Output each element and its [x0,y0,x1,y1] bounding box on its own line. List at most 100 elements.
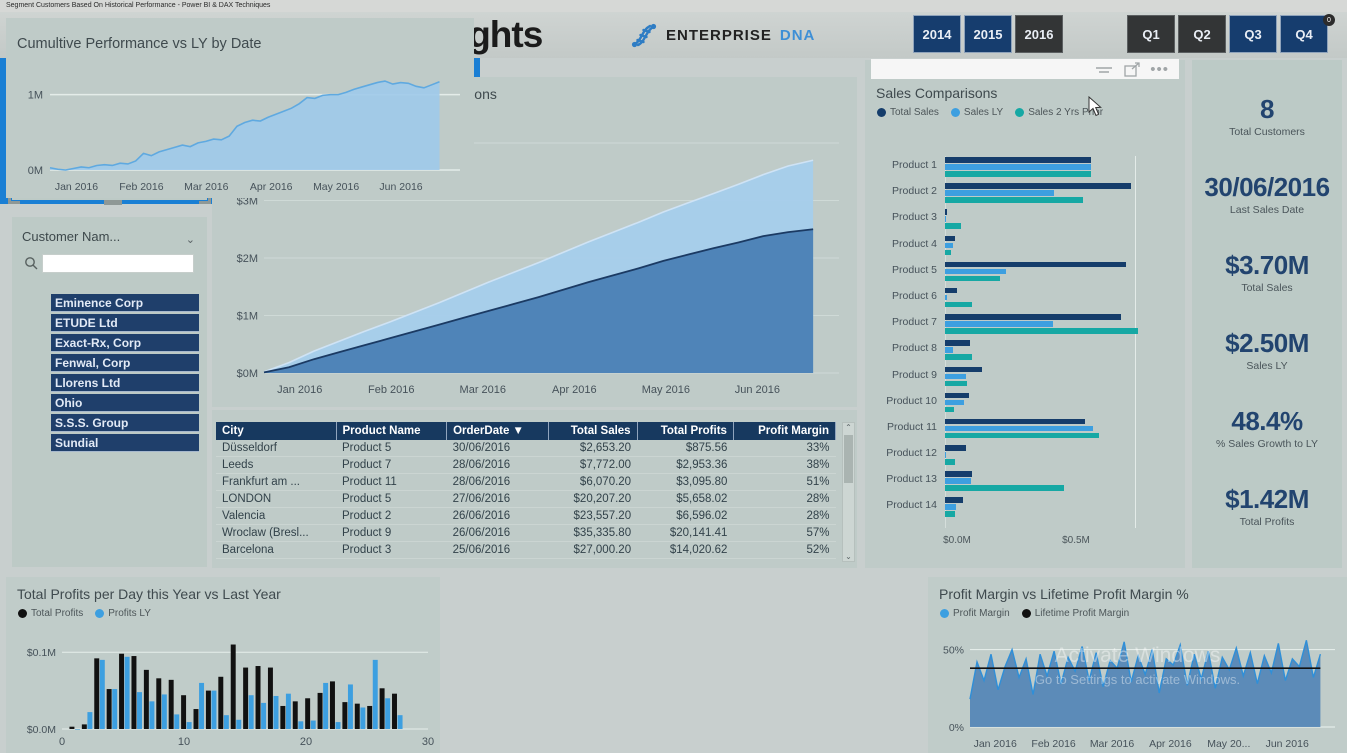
table-row[interactable]: Barcelona Product 3 25/06/2016 $27,000.20 $1… [216,541,836,559]
search-input[interactable] [42,253,194,273]
kpi-card-sales-growth[interactable]: 48.4% % Sales Growth to LY [1192,406,1342,450]
bar[interactable] [945,261,1127,268]
slicer-item-llorens-ltd[interactable]: Llorens Ltd [51,374,199,392]
legend-item-total-profits[interactable]: Total Profits [18,608,83,619]
year-button-2015[interactable]: 2015 [964,15,1012,53]
table-row[interactable]: LONDON Product 5 27/06/2016 $20,207.20 $5,65… [216,490,836,508]
bar-group[interactable]: Product 6 [869,287,1181,313]
visual-profit-margin[interactable]: Profit Margin vs Lifetime Profit Margin … [928,577,1347,753]
table-row[interactable]: Leeds Product 7 28/06/2016 $7,772.00 $2,953.… [216,456,836,474]
visual-header-sales-comparisons[interactable]: ••• [871,59,1179,79]
bar[interactable] [945,452,947,458]
bar[interactable] [945,504,957,510]
bar-group[interactable]: Product 8 [869,339,1181,365]
bar-group[interactable]: Product 4 [869,235,1181,261]
bar[interactable] [945,287,957,294]
year-slicer[interactable]: 2014 2015 2016 [913,15,1063,53]
bar[interactable] [945,373,967,379]
legend-item-lifetime-profit-margin[interactable]: Lifetime Profit Margin [1021,608,1129,619]
bar[interactable] [945,399,964,406]
visual-cumulative-performance[interactable]: Cumultive Performance vs LY by Date 0M 1M… [0,12,480,204]
bar[interactable] [945,366,983,372]
quarter-button-q2[interactable]: Q2 [1178,15,1226,53]
bar[interactable] [945,354,972,360]
legend-item-profit-margin[interactable]: Profit Margin [940,608,1010,619]
table-row[interactable]: Düsseldorf Product 5 30/06/2016 $2,653.20 $8… [216,440,836,457]
bar[interactable] [945,328,1139,334]
kpi-card-sales-ly[interactable]: $2.50M Sales LY [1192,328,1342,372]
bar[interactable] [945,301,972,308]
kpi-card-total-customers[interactable]: 8 Total Customers [1192,94,1342,138]
focus-mode-icon[interactable] [1124,61,1140,77]
table-row[interactable]: Frankfurt am ... Product 11 28/06/2016 $6,0… [216,473,836,491]
visual-sales-comparisons[interactable]: ••• Sales Comparisons Total Sales Sales … [865,59,1185,568]
bar[interactable] [945,235,955,242]
year-button-2016[interactable]: 2016 [1015,15,1063,53]
bar[interactable] [945,294,948,301]
bar[interactable] [945,190,1055,196]
bar-group[interactable]: Product 7 [869,313,1181,339]
kpi-card-total-sales[interactable]: $3.70M Total Sales [1192,250,1342,294]
bar-group[interactable]: Product 14 [869,496,1181,522]
bar-group[interactable]: Product 1 [869,156,1181,182]
scrollbar-thumb[interactable] [844,435,853,483]
bar-group[interactable]: Product 2 [869,182,1181,208]
bar[interactable] [945,497,964,503]
kpi-card-last-sales-date[interactable]: 30/06/2016 Last Sales Date [1192,172,1342,216]
visual-kpi-cards[interactable]: 8 Total Customers 30/06/2016 Last Sales … [1192,60,1342,568]
bar[interactable] [945,445,966,451]
bar[interactable] [945,418,1086,425]
bar[interactable] [945,478,971,484]
visual-details-table[interactable]: City Product Name OrderDate ▼ Total Sales To… [212,410,857,568]
bar[interactable] [945,242,954,249]
bar[interactable] [945,157,1091,163]
scroll-up-icon[interactable]: ⌃ [843,423,854,432]
table-header-total-sales[interactable]: Total Sales [548,422,638,440]
quarter-button-q4[interactable]: Q4 [1280,15,1328,53]
bar[interactable] [945,425,1093,432]
bar[interactable] [945,183,1131,189]
bar[interactable] [945,164,1091,170]
bar[interactable] [945,340,971,346]
table-row[interactable]: Valencia Product 2 26/06/2016 $23,557.20 $6,… [216,507,836,525]
bar[interactable] [945,380,967,386]
bar[interactable] [945,249,951,256]
bar-group[interactable]: Product 12 [869,444,1181,470]
bar[interactable] [945,321,1054,327]
notification-badge-icon[interactable]: 0 [1323,14,1335,26]
scroll-down-icon[interactable]: ⌄ [843,552,854,561]
legend-item-sales-ly[interactable]: Sales LY [950,107,1003,118]
chevron-down-icon[interactable]: ⌄ [186,233,195,246]
bar[interactable] [945,406,955,413]
table-header-orderdate[interactable]: OrderDate ▼ [446,422,549,440]
table-scrollbar[interactable]: ⌃ ⌄ [842,422,855,562]
filter-icon[interactable] [1094,64,1114,75]
bar[interactable] [945,432,1099,439]
kpi-card-total-profits[interactable]: $1.42M Total Profits [1192,484,1342,528]
table-header-total-profits[interactable]: Total Profits [637,422,734,440]
slicer-customer-name[interactable]: Customer Nam... ⌄ Eminence Corp ETUDE Lt… [12,217,207,567]
slicer-item-fenwal-corp[interactable]: Fenwal, Corp [51,354,199,372]
slicer-item-etude-ltd[interactable]: ETUDE Ltd [51,314,199,332]
year-button-2014[interactable]: 2014 [913,15,961,53]
table-row[interactable]: Wroclaw (Bresl... Product 9 26/06/2016 $35,… [216,524,836,542]
bar-group[interactable]: Product 5 [869,261,1181,287]
bar-group[interactable]: Product 3 [869,208,1181,234]
slicer-item-sundial[interactable]: Sundial [51,434,199,452]
table-header-city[interactable]: City [216,422,337,440]
quarter-button-q1[interactable]: Q1 [1127,15,1175,53]
quarter-button-q3[interactable]: Q3 [1229,15,1277,53]
bar[interactable] [945,459,955,465]
table-header-product-name[interactable]: Product Name [336,422,448,440]
legend-item-profits-ly[interactable]: Profits LY [95,608,151,619]
bar[interactable] [945,223,962,229]
more-options-icon[interactable]: ••• [1150,61,1169,78]
bar-group[interactable]: Product 9 [869,366,1181,392]
bar[interactable] [945,268,1006,275]
search-icon[interactable] [24,256,38,270]
bar[interactable] [945,511,955,517]
slicer-item-eminence-corp[interactable]: Eminence Corp [51,294,199,312]
slicer-search-row[interactable] [24,253,196,273]
bar-group[interactable]: Product 13 [869,470,1181,496]
bar[interactable] [945,392,969,399]
